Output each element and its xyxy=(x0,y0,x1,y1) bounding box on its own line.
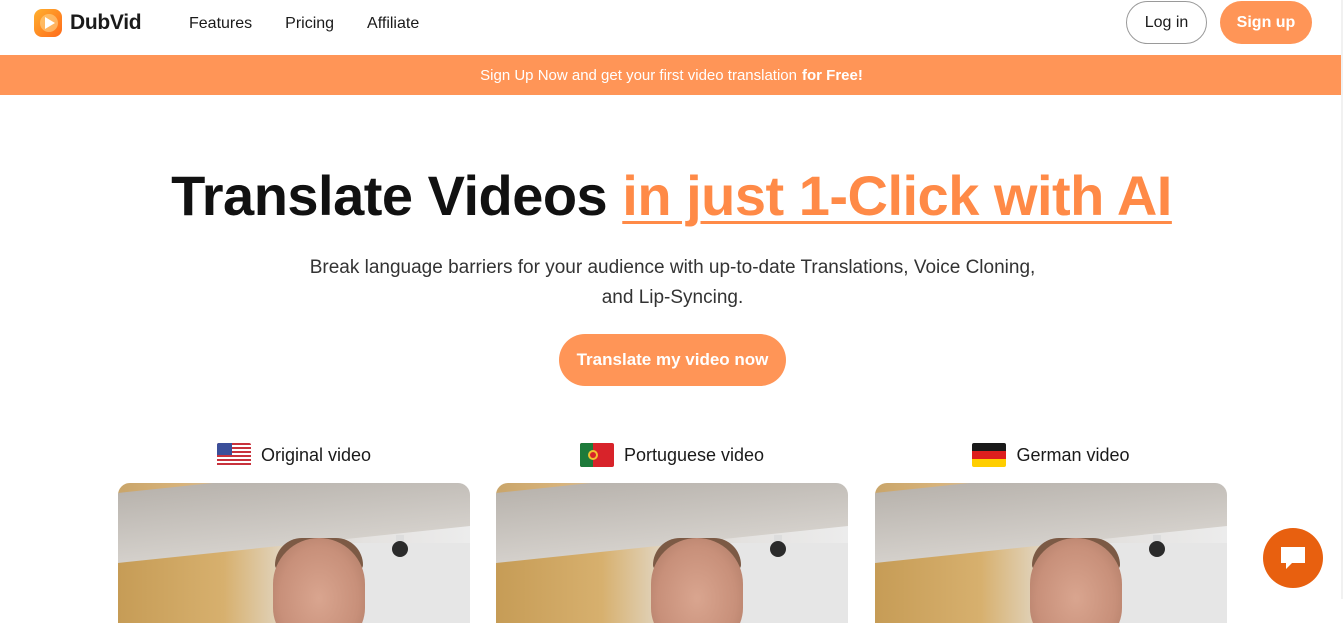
video-label-text: Portuguese video xyxy=(623,444,765,465)
presenter-face xyxy=(651,538,743,623)
top-nav: DubVid Features Pricing Affiliate Log in… xyxy=(0,0,1343,55)
video-card-original: Original video xyxy=(118,440,470,623)
nav-links: Features Pricing Affiliate xyxy=(189,15,452,33)
promo-banner[interactable]: Sign Up Now and get your first video tra… xyxy=(0,55,1343,95)
video-card-portuguese: Portuguese video xyxy=(496,440,848,623)
hero-title-main: Translate Videos xyxy=(171,164,608,227)
logo-play-icon xyxy=(34,9,62,37)
security-camera-icon xyxy=(1149,535,1165,557)
banner-bold-text: for Free! xyxy=(802,66,863,84)
video-card-german: German video xyxy=(875,440,1227,623)
video-label: German video xyxy=(875,440,1227,470)
hero-subtitle-line2: and Lip-Syncing. xyxy=(601,287,744,308)
translate-video-button[interactable]: Translate my video now xyxy=(559,334,786,386)
presenter-face xyxy=(1030,538,1122,623)
video-player[interactable] xyxy=(118,483,470,623)
brand-logo[interactable]: DubVid xyxy=(32,7,142,39)
video-player[interactable] xyxy=(496,483,848,623)
us-flag-icon xyxy=(216,443,251,467)
nav-link-affiliate[interactable]: Affiliate xyxy=(367,15,419,33)
banner-text: Sign Up Now and get your first video tra… xyxy=(480,66,797,84)
chat-button[interactable] xyxy=(1263,528,1323,588)
security-camera-icon xyxy=(392,535,408,557)
video-label: Original video xyxy=(118,440,470,470)
hero-title: Translate Videos in just 1-Click with AI xyxy=(0,163,1343,229)
signup-button[interactable]: Sign up xyxy=(1220,1,1312,44)
video-label-text: German video xyxy=(1016,444,1130,465)
portugal-flag-icon xyxy=(579,443,614,467)
presenter-face xyxy=(273,538,365,623)
nav-link-features[interactable]: Features xyxy=(189,15,252,33)
brand-name: DubVid xyxy=(70,11,142,34)
hero-subtitle-line1: Break language barriers for your audienc… xyxy=(309,257,1036,278)
video-label-text: Original video xyxy=(260,444,372,465)
video-player[interactable] xyxy=(875,483,1227,623)
chat-bubble-icon xyxy=(1281,547,1305,569)
video-label: Portuguese video xyxy=(496,440,848,470)
hero-title-accent: in just 1-Click with AI xyxy=(622,164,1172,227)
login-button[interactable]: Log in xyxy=(1126,1,1207,44)
security-camera-icon xyxy=(770,535,786,557)
germany-flag-icon xyxy=(972,443,1007,467)
hero-subtitle: Break language barriers for your audienc… xyxy=(280,253,1065,313)
nav-link-pricing[interactable]: Pricing xyxy=(285,15,334,33)
